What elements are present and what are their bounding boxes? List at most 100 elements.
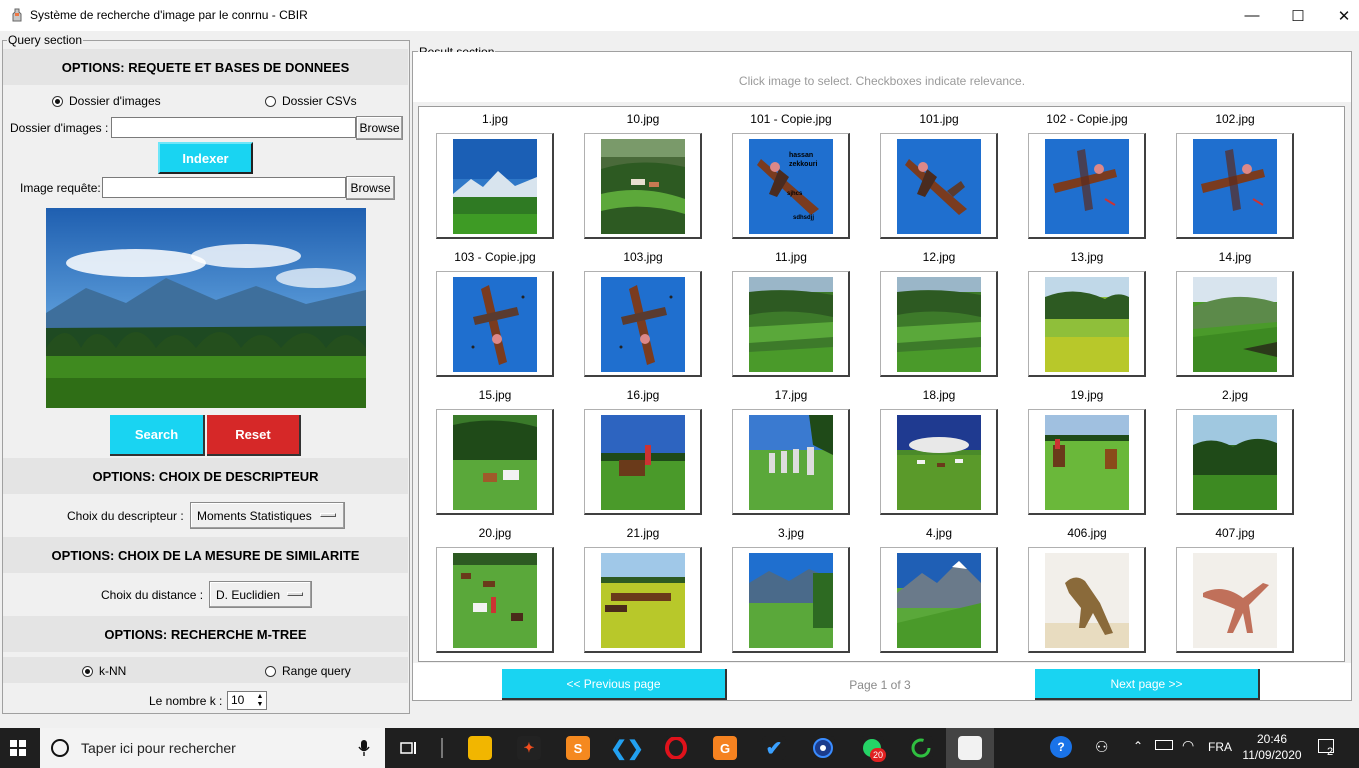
windows-start-icon[interactable] bbox=[10, 740, 26, 756]
taskbar-search-box[interactable]: Taper ici pour rechercher bbox=[40, 728, 385, 768]
todo-icon[interactable]: ✔ bbox=[762, 736, 786, 760]
descriptor-select[interactable]: Moments Statistiques bbox=[190, 502, 345, 529]
browse-folder-button[interactable]: Browse bbox=[356, 116, 403, 140]
close-button[interactable]: ✕ bbox=[1321, 0, 1359, 31]
distance-select[interactable]: D. Euclidien bbox=[209, 581, 312, 608]
radio-dot[interactable] bbox=[265, 95, 276, 107]
thumbnail-button[interactable] bbox=[1028, 547, 1146, 653]
thumbnail-label: 101 - Copie.jpg bbox=[750, 112, 832, 126]
thumbnail-image bbox=[1193, 553, 1277, 648]
thumbnail-image bbox=[453, 553, 537, 648]
clock-date[interactable]: 11/09/2020 bbox=[1237, 748, 1307, 762]
people-icon[interactable]: ⚇ bbox=[1095, 738, 1108, 756]
thumbnail-image bbox=[1045, 553, 1129, 648]
radio-image-folder-label: Dossier d'images bbox=[69, 94, 161, 108]
thumbnail-button[interactable] bbox=[1028, 271, 1146, 377]
thumbnail-label: 406.jpg bbox=[1067, 526, 1107, 540]
descriptor-header: OPTIONS: CHOIX DE DESCRIPTEUR bbox=[3, 458, 408, 494]
thumbnail-image bbox=[1193, 139, 1277, 234]
radio-image-folder[interactable]: Dossier d'images bbox=[52, 94, 161, 108]
thumbnail-button[interactable] bbox=[436, 133, 554, 239]
figma-icon[interactable]: ✦ bbox=[517, 736, 541, 760]
options-query-header: OPTIONS: REQUETE ET BASES DE DONNEES bbox=[3, 49, 408, 85]
dropdown-indicator-icon bbox=[287, 592, 303, 596]
thumbnail-button[interactable] bbox=[732, 271, 850, 377]
minimize-button[interactable]: — bbox=[1229, 0, 1275, 31]
thumbnail-label: 11.jpg bbox=[775, 250, 807, 264]
thumbnail-button[interactable] bbox=[436, 409, 554, 515]
next-page-button[interactable]: Next page >> bbox=[1035, 669, 1260, 700]
svg-text:sdhsdjj: sdhsdjj bbox=[793, 215, 814, 221]
thumbnail-button[interactable] bbox=[584, 271, 702, 377]
radio-range[interactable]: Range query bbox=[265, 664, 351, 678]
thumbnail-button[interactable] bbox=[584, 409, 702, 515]
thumbnail-label: 102.jpg bbox=[1215, 112, 1255, 126]
thumbnail-image bbox=[453, 139, 537, 234]
search-button[interactable]: Search bbox=[110, 415, 205, 456]
thumbnail-image bbox=[749, 415, 833, 510]
thumbnail-button[interactable] bbox=[880, 409, 998, 515]
document-app-icon[interactable] bbox=[958, 736, 982, 760]
vscode-icon[interactable]: ❮❯ bbox=[610, 736, 644, 760]
thumbnail-button[interactable] bbox=[880, 547, 998, 653]
spin-down-icon[interactable]: ▼ bbox=[255, 701, 265, 708]
thumbnail-button[interactable] bbox=[1176, 133, 1294, 239]
radio-csv-folder[interactable]: Dossier CSVs bbox=[265, 94, 357, 108]
thumbnail-button[interactable]: hassan zekkouri sjhcs sdhsdjj bbox=[732, 133, 850, 239]
language-indicator[interactable]: FRA bbox=[1208, 740, 1232, 754]
thumbnail-button[interactable] bbox=[1176, 271, 1294, 377]
thumbnail-label: 16.jpg bbox=[626, 388, 660, 402]
query-image-preview bbox=[46, 208, 366, 408]
thumbnail-button[interactable] bbox=[880, 271, 998, 377]
thumbnail-button[interactable] bbox=[1028, 133, 1146, 239]
thumbnail-button[interactable] bbox=[732, 409, 850, 515]
thumbnail-button[interactable] bbox=[732, 547, 850, 653]
battery-icon[interactable] bbox=[1155, 740, 1173, 750]
thumbnail-image bbox=[897, 277, 981, 372]
spin-up-icon[interactable]: ▲ bbox=[255, 693, 265, 700]
thumbnail-label: 14.jpg bbox=[1218, 250, 1252, 264]
media-app-icon[interactable] bbox=[811, 736, 835, 760]
microphone-icon[interactable] bbox=[358, 740, 370, 756]
thumbnail-label: 21.jpg bbox=[626, 526, 660, 540]
thumbnail-button[interactable] bbox=[436, 271, 554, 377]
browse-query-button[interactable]: Browse bbox=[346, 176, 395, 200]
wifi-icon[interactable]: ◠ bbox=[1182, 737, 1194, 754]
opera-icon[interactable] bbox=[664, 736, 688, 760]
thumbnail-label: 20.jpg bbox=[478, 526, 512, 540]
maximize-button[interactable]: ☐ bbox=[1275, 0, 1321, 31]
thumbnail-label: 1.jpg bbox=[481, 112, 509, 126]
radio-dot[interactable] bbox=[82, 665, 93, 677]
thumbnail-label: 17.jpg bbox=[774, 388, 808, 402]
k-value: 10 bbox=[231, 693, 245, 707]
previous-page-button[interactable]: << Previous page bbox=[502, 669, 727, 700]
pdf-app-icon[interactable]: G bbox=[713, 736, 737, 760]
thumbnail-button[interactable] bbox=[1176, 409, 1294, 515]
index-button[interactable]: Indexer bbox=[158, 142, 253, 174]
thumbnail-button[interactable] bbox=[880, 133, 998, 239]
folder-input[interactable] bbox=[111, 117, 356, 138]
sublime-text-icon[interactable]: S bbox=[566, 736, 590, 760]
reset-button[interactable]: Reset bbox=[207, 415, 301, 456]
thumbnail-label: 10.jpg bbox=[626, 112, 660, 126]
whatsapp-badge: 20 bbox=[870, 748, 886, 762]
k-spinbox[interactable]: 10 ▲ ▼ bbox=[227, 691, 267, 710]
thumbnail-image bbox=[897, 139, 981, 234]
help-icon[interactable]: ? bbox=[1050, 736, 1072, 758]
query-image-input[interactable] bbox=[102, 177, 346, 198]
thumbnail-button[interactable] bbox=[1176, 547, 1294, 653]
thumbnail-button[interactable] bbox=[1028, 409, 1146, 515]
task-view-icon[interactable] bbox=[400, 740, 418, 756]
sync-app-icon[interactable] bbox=[909, 736, 933, 760]
file-explorer-icon[interactable] bbox=[468, 736, 492, 760]
thumbnail-button[interactable] bbox=[584, 133, 702, 239]
query-section-label: Query section bbox=[7, 33, 84, 47]
radio-dot[interactable] bbox=[265, 665, 276, 677]
radio-knn[interactable]: k-NN bbox=[82, 664, 126, 678]
thumbnail-image bbox=[1193, 277, 1277, 372]
chevron-up-icon[interactable]: ⌃ bbox=[1133, 739, 1143, 753]
clock-time[interactable]: 20:46 bbox=[1237, 732, 1307, 746]
thumbnail-button[interactable] bbox=[436, 547, 554, 653]
radio-dot[interactable] bbox=[52, 95, 63, 107]
thumbnail-button[interactable] bbox=[584, 547, 702, 653]
